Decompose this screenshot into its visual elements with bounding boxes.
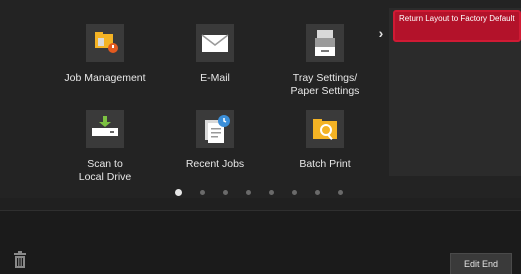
- app-label: Scan to Local Drive: [78, 158, 132, 183]
- app-label: Tray Settings/ Paper Settings: [290, 72, 360, 97]
- page-dot[interactable]: [315, 190, 320, 195]
- home-screen: Job Management E-Mail Tray Settings/ Pap…: [0, 0, 521, 274]
- page-dot[interactable]: [246, 190, 251, 195]
- app-recent-jobs[interactable]: Recent Jobs: [160, 110, 270, 190]
- batch-print-icon: [306, 110, 344, 148]
- page-dot-active[interactable]: [175, 189, 182, 196]
- edit-end-button[interactable]: Edit End: [450, 253, 512, 274]
- app-job-management[interactable]: Job Management: [50, 24, 160, 104]
- app-label: Job Management: [64, 72, 146, 84]
- app-email[interactable]: E-Mail: [160, 24, 270, 104]
- app-label: E-Mail: [200, 72, 230, 84]
- page-indicator: [175, 189, 343, 196]
- page-dot[interactable]: [292, 190, 297, 195]
- app-scan-to-local-drive[interactable]: Scan to Local Drive: [50, 110, 160, 190]
- scan-to-local-drive-icon: [86, 110, 124, 148]
- page-dot[interactable]: [223, 190, 228, 195]
- chevron-right-icon[interactable]: ›: [374, 22, 388, 44]
- page-dot[interactable]: [338, 190, 343, 195]
- return-layout-to-factory-default-button[interactable]: Return Layout to Factory Default: [393, 10, 521, 42]
- app-batch-print[interactable]: Batch Print: [270, 110, 380, 190]
- bottom-bar: Edit End: [0, 210, 521, 274]
- page-dot[interactable]: [200, 190, 205, 195]
- app-label: Recent Jobs: [185, 158, 245, 170]
- home-app-area: Job Management E-Mail Tray Settings/ Pap…: [0, 0, 521, 198]
- page-dot[interactable]: [269, 190, 274, 195]
- app-label: Batch Print: [299, 158, 351, 170]
- recent-jobs-icon: [196, 110, 234, 148]
- trash-icon[interactable]: [12, 249, 28, 269]
- tray-settings-icon: [306, 24, 344, 62]
- job-management-icon: [86, 24, 124, 62]
- email-icon: [196, 24, 234, 62]
- app-tray-settings[interactable]: Tray Settings/ Paper Settings: [270, 24, 380, 104]
